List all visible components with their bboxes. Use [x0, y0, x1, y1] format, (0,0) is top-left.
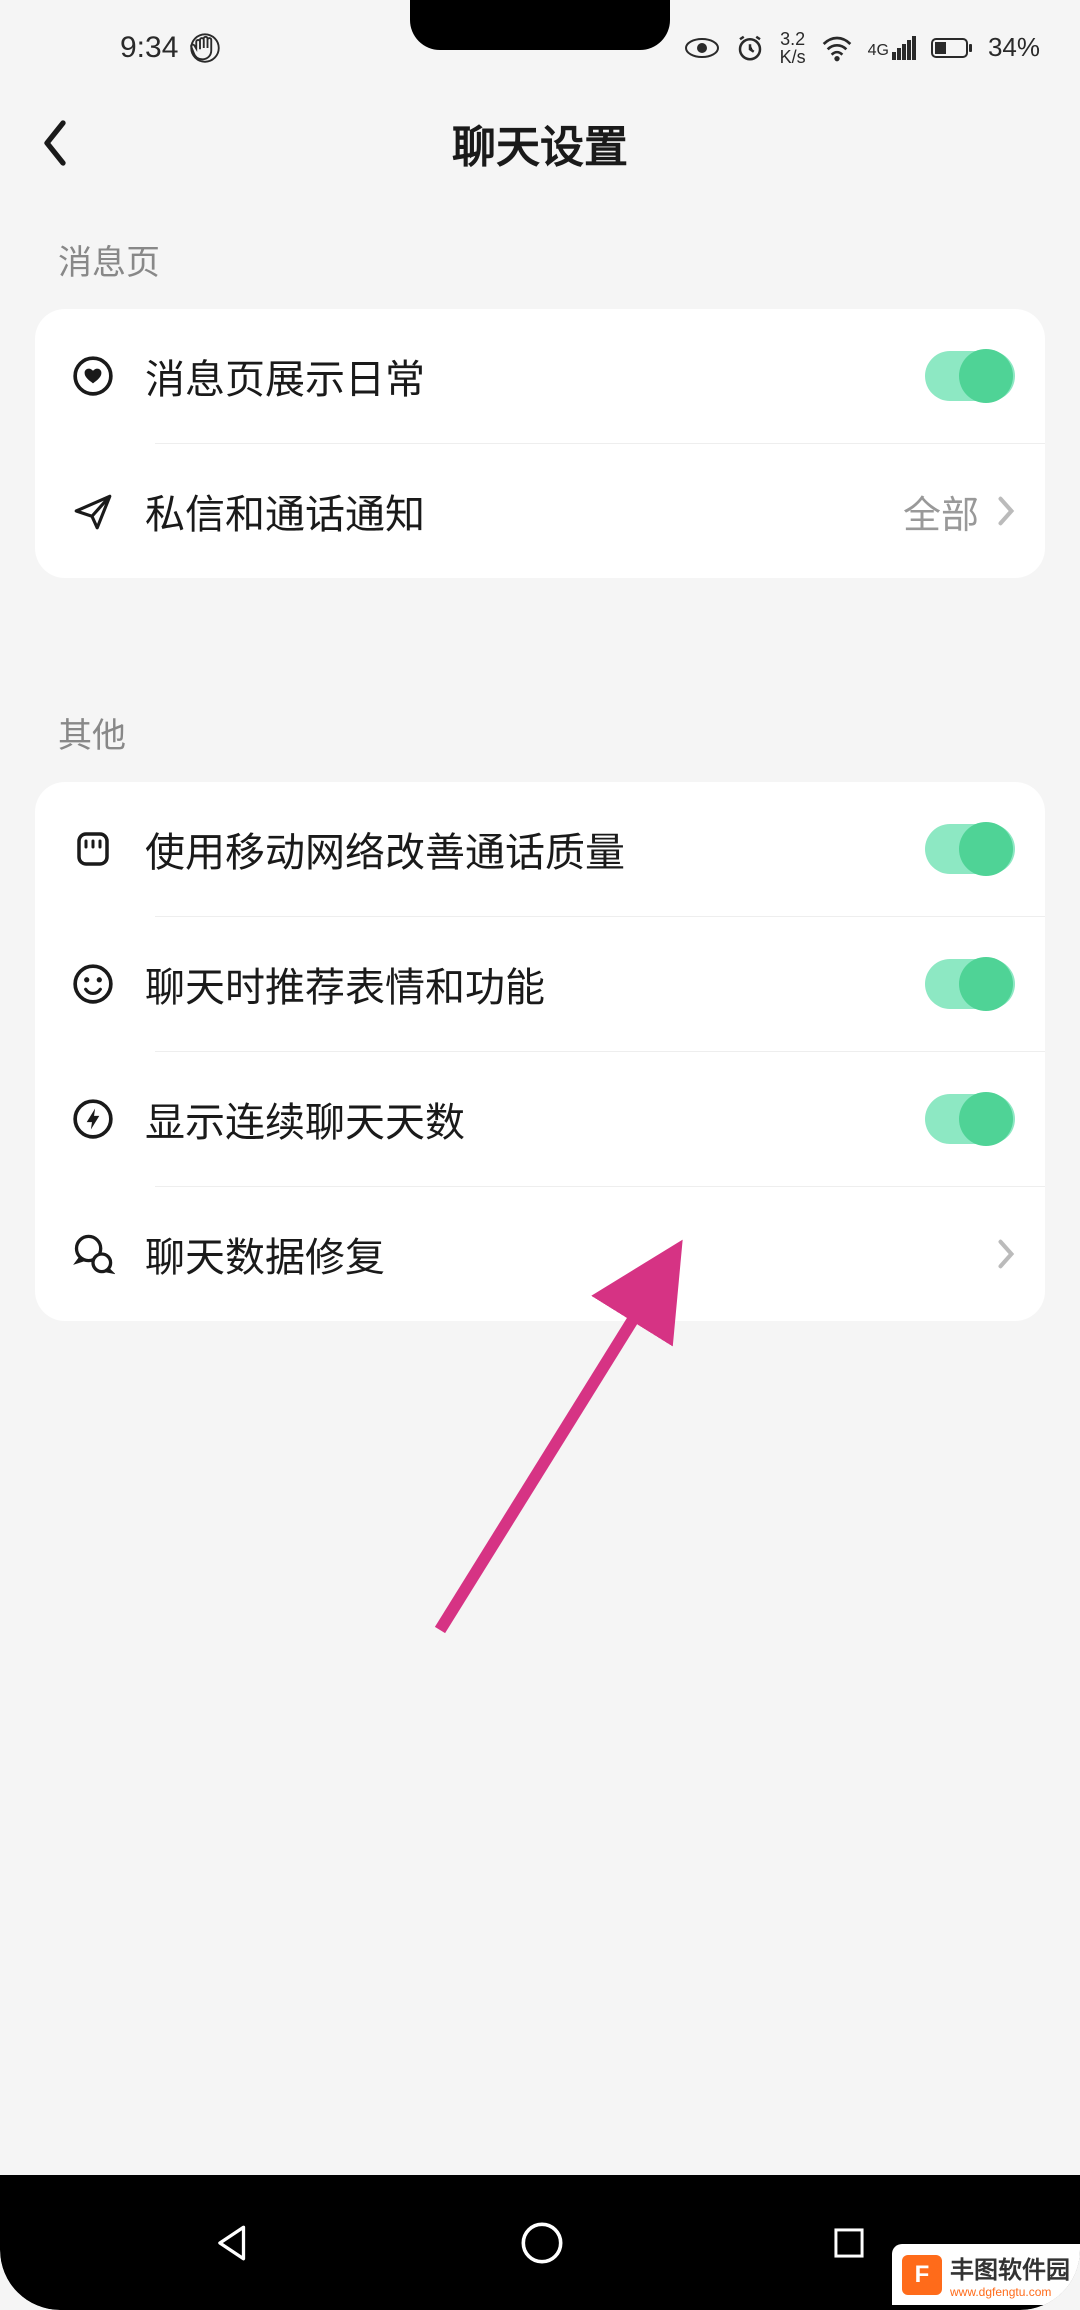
watermark-logo-icon: F	[902, 2255, 942, 2295]
toggle-mobile-data[interactable]	[925, 824, 1015, 874]
row-label: 使用移动网络改善通话质量	[145, 820, 925, 878]
alarm-icon	[735, 33, 765, 63]
chat-bubbles-icon	[71, 1232, 115, 1276]
chevron-left-icon	[40, 119, 70, 167]
paper-plane-icon	[72, 490, 114, 532]
title-bar: 聊天设置	[0, 85, 1080, 200]
watermark-name: 丰图软件园	[950, 2250, 1070, 2285]
sim-icon	[73, 829, 113, 869]
page-title: 聊天设置	[452, 111, 628, 175]
device-notch	[410, 0, 670, 50]
other-card: 使用移动网络改善通话质量 聊天时推荐表情和功能	[35, 782, 1045, 1321]
row-label: 私信和通话通知	[145, 482, 903, 540]
status-time: 9:34	[120, 31, 178, 65]
toggle-recommend-emoji[interactable]	[925, 959, 1015, 1009]
nav-recents-button[interactable]	[830, 2224, 868, 2262]
hand-icon	[190, 33, 220, 63]
row-show-daily[interactable]: 消息页展示日常	[35, 309, 1045, 443]
lightning-circle-icon	[72, 1098, 114, 1140]
smiley-icon	[72, 963, 114, 1005]
row-label: 聊天时推荐表情和功能	[145, 955, 925, 1013]
row-label: 显示连续聊天天数	[145, 1090, 925, 1148]
row-dm-notifications[interactable]: 私信和通话通知 全部	[35, 444, 1045, 578]
row-value: 全部	[903, 484, 979, 539]
row-label: 聊天数据修复	[145, 1225, 997, 1283]
signal-icon: 4G	[868, 36, 916, 60]
chevron-right-icon	[997, 496, 1015, 526]
nav-home-button[interactable]	[519, 2220, 565, 2266]
wifi-icon	[821, 34, 853, 62]
chevron-right-icon	[997, 1239, 1015, 1269]
watermark: F 丰图软件园 www.dgfengtu.com	[892, 2244, 1080, 2305]
section-label-messages: 消息页	[0, 200, 1080, 309]
row-mobile-data-call[interactable]: 使用移动网络改善通话质量	[35, 782, 1045, 916]
toggle-show-daily[interactable]	[925, 351, 1015, 401]
network-speed: 3.2 K/s	[780, 30, 806, 66]
watermark-url: www.dgfengtu.com	[950, 2285, 1070, 2299]
heart-circle-icon	[72, 355, 114, 397]
section-label-other: 其他	[0, 673, 1080, 782]
battery-icon	[931, 36, 973, 60]
toggle-chat-days[interactable]	[925, 1094, 1015, 1144]
back-button[interactable]	[40, 119, 90, 167]
nav-back-button[interactable]	[212, 2222, 254, 2264]
row-label: 消息页展示日常	[145, 347, 925, 405]
messages-card: 消息页展示日常 私信和通话通知 全部	[35, 309, 1045, 578]
eye-icon	[684, 36, 720, 60]
row-show-chat-days[interactable]: 显示连续聊天天数	[35, 1052, 1045, 1186]
row-repair-chat-data[interactable]: 聊天数据修复	[35, 1187, 1045, 1321]
battery-percent: 34%	[988, 32, 1040, 63]
row-recommend-emoji[interactable]: 聊天时推荐表情和功能	[35, 917, 1045, 1051]
